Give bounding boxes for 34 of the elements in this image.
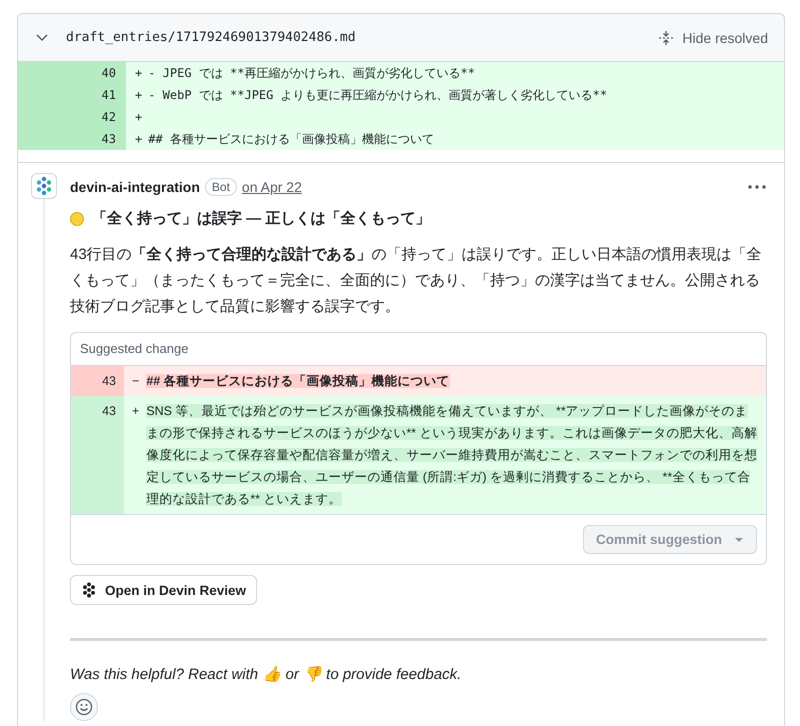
author-link[interactable]: devin-ai-integration	[70, 179, 200, 195]
line-number: 43	[71, 366, 124, 396]
code-line: - JPEG では **再圧縮がかけられ、画質が劣化している**	[148, 65, 475, 82]
file-path: draft_entries/17179246901379402486.md	[66, 30, 356, 45]
feedback-text: Was this helpful? React with 👍 or 👎 to provide feedback.	[70, 665, 462, 683]
logo-icon	[34, 176, 54, 196]
line-number: 40	[18, 62, 126, 84]
code-line: - WebP では **JPEG よりも更に再圧縮がかけられ、画質が著しく劣化している**	[148, 87, 608, 104]
bot-badge: Bot	[204, 178, 237, 196]
smiley-icon	[75, 698, 93, 716]
more-options-icon[interactable]	[747, 184, 767, 190]
added-marker: +	[135, 131, 142, 148]
added-marker: +	[135, 65, 142, 82]
avatar[interactable]	[31, 173, 57, 199]
logo-icon	[81, 582, 97, 598]
collapse-icon	[658, 30, 674, 46]
comment-title: 「全く持って」は誤字 — 正しくは「全くもって」	[92, 209, 430, 228]
caret-icon	[734, 536, 744, 542]
chevron-icon[interactable]	[36, 34, 48, 42]
line-number: 43	[71, 396, 124, 514]
comment-body: 43行目の「全く持って合理的な設計である」の「持って」は誤りです。正しい日本語の慣用表現は「全くもって」（まったくもって＝完全に、全面的に）であり、「持つ」の漢字は当てません。公開される技術ブログ記事として品質に影響する誤字です。	[70, 245, 763, 317]
added-marker: +	[135, 87, 142, 104]
code-line: ## 各種サービスにおける「画像投稿」機能について	[148, 131, 434, 148]
added-marker: +	[132, 403, 140, 420]
line-number: 42	[18, 106, 126, 128]
added-marker: +	[135, 109, 142, 126]
circle-emoji-icon	[70, 212, 84, 226]
line-number: 43	[18, 128, 126, 150]
hide-resolved-button[interactable]: Hide resolved	[652, 28, 774, 46]
date-link[interactable]: on Apr 22	[242, 179, 302, 195]
add-reaction-button[interactable]	[70, 693, 98, 721]
line-number: 41	[18, 84, 126, 106]
removed-marker: −	[132, 373, 140, 390]
open-in-devin-review-button[interactable]: Open in Devin Review	[70, 575, 258, 605]
